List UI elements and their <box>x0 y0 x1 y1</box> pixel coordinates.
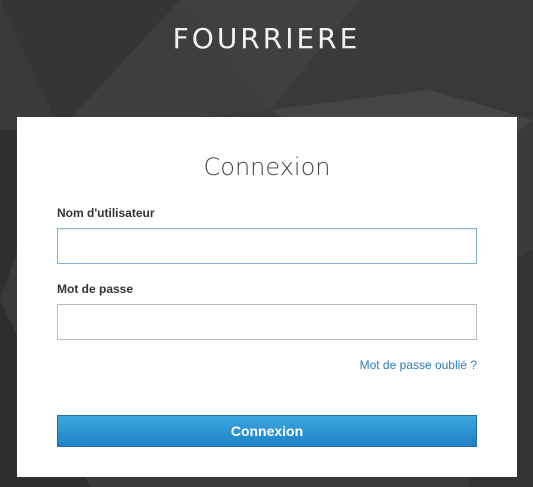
username-input[interactable] <box>57 228 477 264</box>
forgot-password-link[interactable]: Mot de passe oublié ? <box>360 358 477 372</box>
password-label: Mot de passe <box>57 282 134 296</box>
app-title: FOURRIERE <box>172 22 361 55</box>
login-button[interactable]: Connexion <box>57 415 477 447</box>
login-title: Connexion <box>203 153 331 181</box>
login-card: Connexion Nom d'utilisateur Mot de passe… <box>17 117 517 477</box>
password-input[interactable] <box>57 304 477 340</box>
username-label: Nom d'utilisateur <box>57 206 155 220</box>
